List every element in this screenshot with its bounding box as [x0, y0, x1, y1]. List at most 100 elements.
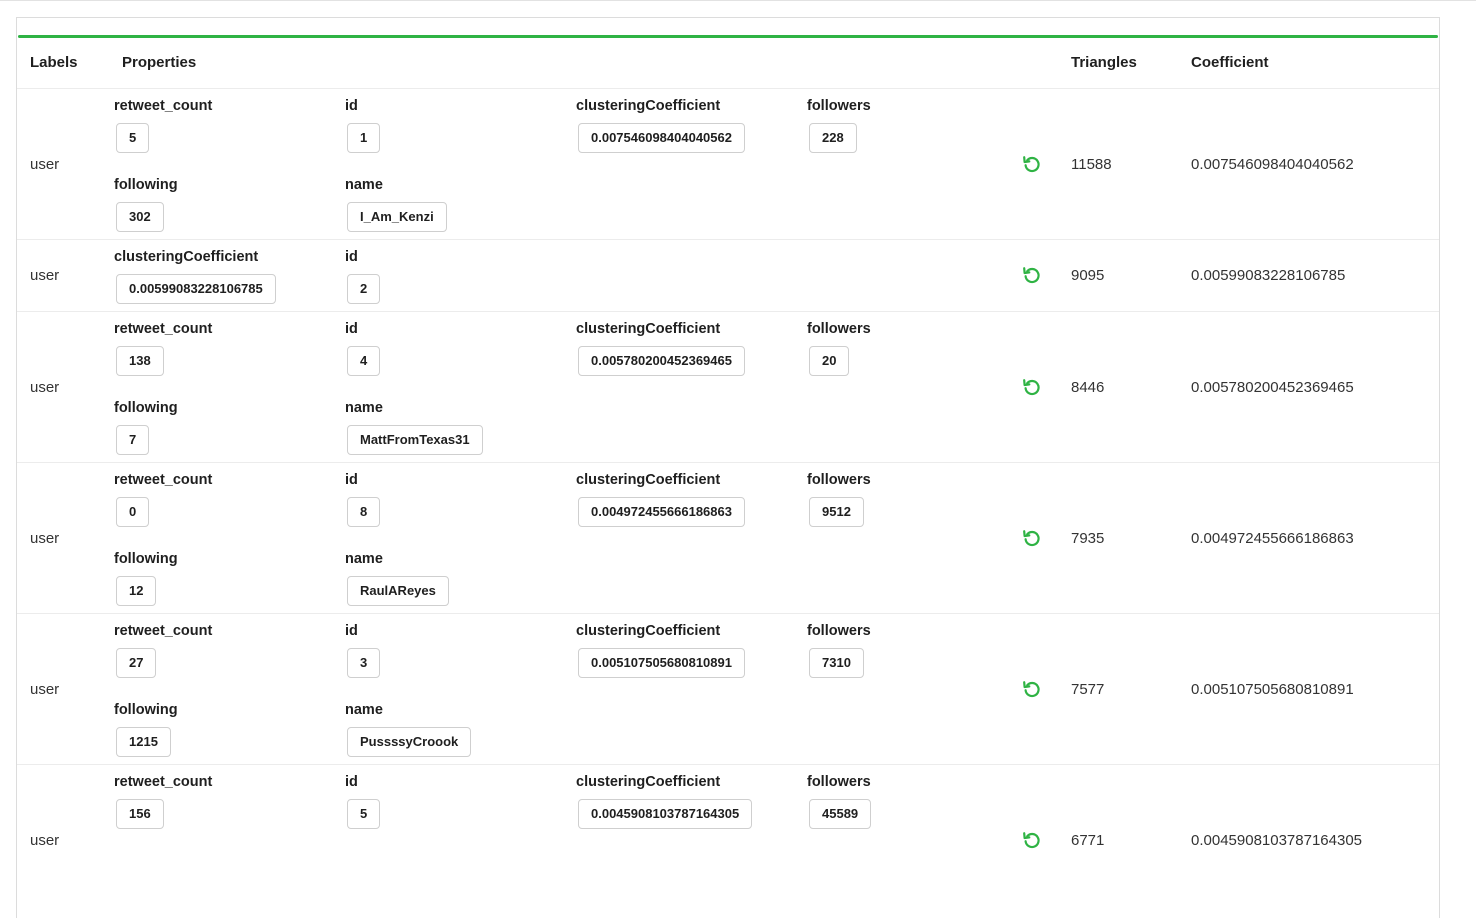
property-retweet-count: retweet_count 138 — [114, 321, 212, 376]
row-label: user — [30, 267, 60, 284]
property-followers: followers 45589 — [807, 774, 872, 829]
property-retweet-count: retweet_count 5 — [114, 98, 212, 153]
reset-icon[interactable] — [1021, 829, 1043, 851]
property-value[interactable]: 0.005780200452369465 — [578, 346, 745, 376]
property-value[interactable]: 2 — [347, 274, 381, 304]
table-row: user retweet_count 0 id 8 clusteringCoef… — [17, 463, 1439, 614]
property-id: id 8 — [345, 472, 381, 527]
coefficient-value: 0.007546098404040562 — [1191, 156, 1354, 173]
property-key: following — [114, 400, 178, 416]
property-key: followers — [807, 774, 871, 790]
property-clustering-coefficient: clusteringCoefficient 0.0075460984040405… — [576, 98, 745, 153]
property-value[interactable]: 5 — [347, 799, 381, 829]
column-header-properties: Properties — [122, 54, 197, 71]
results-panel: Labels Properties Triangles Coefficient … — [16, 17, 1440, 918]
property-followers: followers 7310 — [807, 623, 871, 678]
property-value[interactable]: 27 — [116, 648, 157, 678]
property-key: clusteringCoefficient — [576, 98, 721, 114]
property-id: id 4 — [345, 321, 381, 376]
triangles-value: 8446 — [1071, 379, 1105, 396]
property-value[interactable]: 20 — [809, 346, 850, 376]
coefficient-value: 0.005780200452369465 — [1191, 379, 1354, 396]
property-value[interactable]: 3 — [347, 648, 381, 678]
property-value[interactable]: I_Am_Kenzi — [347, 202, 447, 232]
row-label: user — [30, 832, 60, 849]
property-followers: followers 9512 — [807, 472, 871, 527]
row-label: user — [30, 379, 60, 396]
property-value[interactable]: 0.004972455666186863 — [578, 497, 745, 527]
coefficient-value: 0.0045908103787164305 — [1191, 832, 1363, 849]
property-value[interactable]: MattFromTexas31 — [347, 425, 483, 455]
property-retweet-count: retweet_count 0 — [114, 472, 212, 527]
property-key: retweet_count — [114, 774, 213, 790]
property-value[interactable]: 0.005107505680810891 — [578, 648, 745, 678]
table-row: user retweet_count 156 id 5 clusteringCo… — [17, 765, 1439, 915]
property-value[interactable]: 302 — [116, 202, 164, 232]
row-label: user — [30, 681, 60, 698]
property-followers: followers 20 — [807, 321, 871, 376]
property-key: id — [345, 623, 358, 639]
property-value[interactable]: 156 — [116, 799, 164, 829]
property-key: id — [345, 321, 358, 337]
property-id: id 3 — [345, 623, 381, 678]
property-name: name RaulAReyes — [345, 551, 449, 606]
reset-icon[interactable] — [1021, 376, 1043, 398]
column-header-coefficient: Coefficient — [1191, 54, 1269, 71]
property-key: retweet_count — [114, 98, 213, 114]
triangles-value: 6771 — [1071, 832, 1105, 849]
property-key: followers — [807, 321, 871, 337]
property-id: id 5 — [345, 774, 381, 829]
property-clustering-coefficient: clusteringCoefficient 0.0045908103787164… — [576, 774, 753, 829]
property-value[interactable]: 7310 — [809, 648, 864, 678]
property-clustering-coefficient: clusteringCoefficient 0.0059908322810678… — [114, 249, 276, 304]
property-key: name — [345, 702, 383, 718]
coefficient-value: 0.005107505680810891 — [1191, 681, 1354, 698]
property-name: name I_Am_Kenzi — [345, 177, 447, 232]
coefficient-value: 0.004972455666186863 — [1191, 530, 1354, 547]
property-value[interactable]: 228 — [809, 123, 857, 153]
property-clustering-coefficient: clusteringCoefficient 0.0051075056808108… — [576, 623, 745, 678]
property-value[interactable]: 1 — [347, 123, 381, 153]
property-key: clusteringCoefficient — [576, 321, 721, 337]
table-body: user retweet_count 5 id 1 clusteringCoef… — [17, 89, 1439, 915]
coefficient-value: 0.00599083228106785 — [1191, 267, 1346, 284]
triangles-value: 11588 — [1071, 156, 1112, 173]
property-value[interactable]: 0.00599083228106785 — [116, 274, 276, 304]
property-value[interactable]: 0 — [116, 497, 150, 527]
reset-icon[interactable] — [1021, 678, 1043, 700]
property-key: name — [345, 551, 383, 567]
property-value[interactable]: 45589 — [809, 799, 872, 829]
property-id: id 1 — [345, 98, 381, 153]
property-followers: followers 228 — [807, 98, 871, 153]
property-value[interactable]: RaulAReyes — [347, 576, 449, 606]
property-value[interactable]: 12 — [116, 576, 157, 606]
property-value[interactable]: 8 — [347, 497, 381, 527]
reset-icon[interactable] — [1021, 153, 1043, 175]
triangles-value: 7577 — [1071, 681, 1105, 698]
reset-icon[interactable] — [1021, 527, 1043, 549]
property-key: following — [114, 177, 178, 193]
table-row: user clusteringCoefficient 0.00599083228… — [17, 240, 1439, 312]
property-following: following 302 — [114, 177, 178, 232]
property-value[interactable]: 138 — [116, 346, 164, 376]
property-key: clusteringCoefficient — [576, 472, 721, 488]
property-key: clusteringCoefficient — [576, 623, 721, 639]
table-row: user retweet_count 27 id 3 clusteringCoe… — [17, 614, 1439, 765]
property-name: name PussssyCroook — [345, 702, 472, 757]
property-value[interactable]: 4 — [347, 346, 381, 376]
property-value[interactable]: PussssyCroook — [347, 727, 472, 757]
property-key: following — [114, 702, 178, 718]
property-key: id — [345, 472, 358, 488]
property-value[interactable]: 7 — [116, 425, 150, 455]
property-value[interactable]: 0.007546098404040562 — [578, 123, 745, 153]
property-value[interactable]: 5 — [116, 123, 150, 153]
property-value[interactable]: 1215 — [116, 727, 171, 757]
property-clustering-coefficient: clusteringCoefficient 0.0057802004523694… — [576, 321, 745, 376]
property-retweet-count: retweet_count 156 — [114, 774, 212, 829]
property-key: retweet_count — [114, 321, 213, 337]
property-value[interactable]: 9512 — [809, 497, 864, 527]
triangles-value: 9095 — [1071, 267, 1105, 284]
property-value[interactable]: 0.0045908103787164305 — [578, 799, 753, 829]
reset-icon[interactable] — [1021, 264, 1043, 286]
page-top-divider — [0, 0, 1476, 1]
